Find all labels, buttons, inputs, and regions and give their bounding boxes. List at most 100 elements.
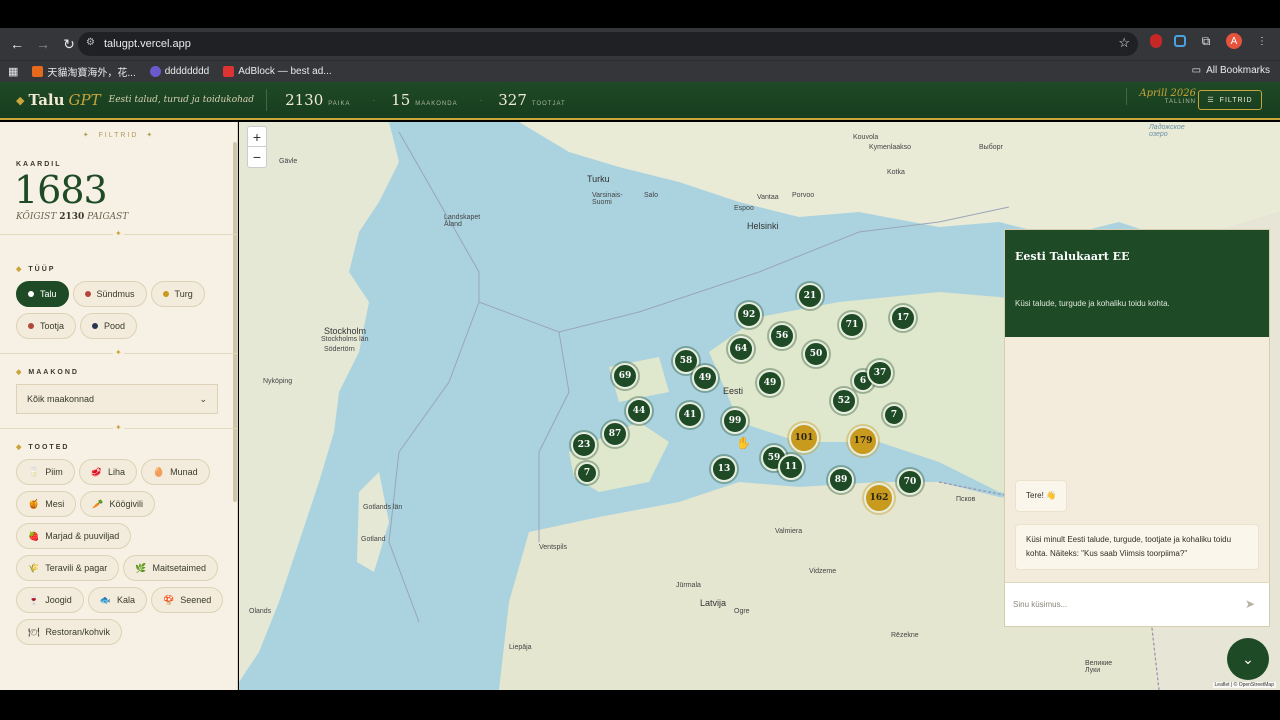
sidebar-scrollbar[interactable] bbox=[233, 142, 237, 502]
back-icon[interactable]: ← bbox=[6, 33, 28, 55]
on-map-label: KAARDIL bbox=[16, 161, 62, 168]
forward-icon[interactable]: → bbox=[32, 33, 54, 55]
bookmark-star-icon[interactable]: ☆ bbox=[1118, 35, 1130, 51]
address-bar[interactable]: ⚙ talugpt.vercel.app ☆ bbox=[78, 32, 1138, 56]
product-chip-restoran[interactable]: 🍽 Restoran/kohvik bbox=[16, 619, 122, 645]
map-cluster[interactable]: 7 bbox=[883, 404, 905, 426]
bookmark-item[interactable]: 天貓淘寶海外，花... bbox=[32, 64, 136, 79]
map-cluster[interactable]: 92 bbox=[736, 302, 762, 328]
map-label: Kouvola bbox=[853, 134, 879, 141]
map-cluster[interactable]: 56 bbox=[769, 323, 795, 349]
stat-label: TOOTJAT bbox=[531, 101, 566, 107]
chat-input[interactable]: Sinu küsimus... bbox=[1013, 600, 1067, 609]
type-chip-turg[interactable]: Turg bbox=[150, 281, 205, 307]
filters-button[interactable]: ☰ FILTRID bbox=[1198, 90, 1262, 110]
divider: ✦ bbox=[0, 348, 237, 357]
diamond-icon: ◆ bbox=[16, 369, 24, 376]
map-cluster[interactable]: 7 bbox=[576, 462, 598, 484]
type-chip-talu[interactable]: Talu bbox=[16, 281, 69, 307]
chat-collapse-button[interactable]: ⌄ bbox=[1227, 638, 1269, 680]
bookmark-label: 天貓淘寶海外，花... bbox=[47, 68, 136, 79]
type-chip-pood[interactable]: Pood bbox=[80, 313, 138, 339]
map-cluster[interactable]: 37 bbox=[867, 360, 893, 386]
product-chip-marjad[interactable]: 🍓 Marjad & puuviljad bbox=[16, 523, 132, 549]
map-cluster[interactable]: 13 bbox=[711, 456, 737, 482]
extension-red-icon[interactable] bbox=[1150, 34, 1162, 48]
product-chip-kala[interactable]: 🐟 Kala bbox=[87, 587, 147, 613]
apps-grid-icon[interactable]: ▦ bbox=[8, 65, 18, 78]
product-chip-liha[interactable]: 🥩 Liha bbox=[78, 459, 137, 485]
screen: ← → ↻ ⚙ talugpt.vercel.app ☆ ⧉ A ⋮ ▦ 天貓淘… bbox=[0, 0, 1280, 720]
map-cluster[interactable]: 71 bbox=[839, 312, 865, 338]
map-cluster[interactable]: 64 bbox=[728, 336, 754, 362]
map-cluster[interactable]: 70 bbox=[897, 469, 923, 495]
map-label: Varsinais-Suomi bbox=[592, 192, 623, 206]
map-cluster[interactable]: 49 bbox=[757, 370, 783, 396]
site-info-icon[interactable]: ⚙ bbox=[86, 37, 100, 51]
all-bookmarks[interactable]: ▭ All Bookmarks bbox=[1192, 65, 1270, 76]
map-label: Landskapet Åland bbox=[444, 214, 481, 228]
grain-icon: 🌾 bbox=[28, 562, 40, 573]
extensions-area: ⧉ A ⋮ bbox=[1150, 33, 1270, 49]
map-label: Выборг bbox=[979, 144, 1004, 151]
extension-scan-icon[interactable] bbox=[1174, 35, 1186, 47]
map-cluster[interactable]: 50 bbox=[803, 341, 829, 367]
chip-label: Sündmus bbox=[96, 289, 135, 299]
type-chip-sundmus[interactable]: Sündmus bbox=[72, 281, 147, 307]
map-cluster[interactable]: 21 bbox=[797, 283, 823, 309]
zoom-out-button[interactable]: − bbox=[248, 147, 266, 167]
map-cluster[interactable]: 41 bbox=[677, 402, 703, 428]
product-chip-piim[interactable]: 🥛 Piim bbox=[16, 459, 75, 485]
map-label: Espoo bbox=[734, 205, 754, 212]
menu-kebab-icon[interactable]: ⋮ bbox=[1254, 33, 1270, 49]
chat-message-intro: Küsi minult Eesti talude, turgude, tootj… bbox=[1015, 524, 1259, 570]
bookmark-item[interactable]: AdBlock — best ad... bbox=[223, 66, 332, 77]
divider-ornament: ✦ bbox=[113, 423, 124, 432]
app-header: ◆ Talu GPT Eesti talud, turud ja toidukoh… bbox=[0, 82, 1280, 120]
chip-label: Joogid bbox=[45, 595, 72, 605]
county-select[interactable]: Kõik maakonnad ⌄ bbox=[16, 384, 218, 414]
product-chip-seened[interactable]: 🍄 Seened bbox=[150, 587, 224, 613]
reload-icon[interactable]: ↻ bbox=[58, 33, 80, 55]
extensions-puzzle-icon[interactable]: ⧉ bbox=[1198, 33, 1214, 49]
send-icon[interactable]: ➤ bbox=[1245, 597, 1255, 611]
map-cluster[interactable]: 69 bbox=[612, 363, 638, 389]
diamond-icon: ◆ bbox=[16, 444, 24, 451]
map-label: Helsinki bbox=[747, 221, 779, 231]
logo[interactable]: ◆ Talu GPT bbox=[16, 91, 101, 109]
zoom-in-button[interactable]: + bbox=[248, 127, 266, 147]
date-box: Aprill 2026 TALLINN bbox=[1126, 88, 1196, 105]
chip-label: Teravili & pagar bbox=[45, 563, 108, 573]
dot-icon bbox=[84, 291, 91, 297]
profile-avatar[interactable]: A bbox=[1226, 33, 1242, 49]
product-chip-koogivili[interactable]: 🥕 Köögivili bbox=[80, 491, 155, 517]
type-chip-tootja[interactable]: Tootja bbox=[16, 313, 77, 339]
map-cluster[interactable]: 87 bbox=[602, 421, 628, 447]
product-chip-mesi[interactable]: 🍯 Mesi bbox=[16, 491, 77, 517]
map-attribution[interactable]: Leaflet | © OpenStreetMap bbox=[1212, 682, 1276, 688]
product-chip-munad[interactable]: 🥚 Munad bbox=[140, 459, 210, 485]
map-cluster[interactable]: 23 bbox=[571, 432, 597, 458]
map-cluster[interactable]: 179 bbox=[848, 426, 878, 456]
product-chip-maitsetaimed[interactable]: 🌿 Maitsetaimed bbox=[123, 555, 218, 581]
map-cluster[interactable]: 17 bbox=[890, 305, 916, 331]
map-cluster[interactable]: 49 bbox=[692, 365, 718, 391]
map-cluster[interactable]: 162 bbox=[864, 483, 894, 513]
product-chip-joogid[interactable]: 🍷 Joogid bbox=[16, 587, 84, 613]
map-cluster[interactable]: 89 bbox=[828, 467, 854, 493]
egg-icon: 🥚 bbox=[152, 466, 165, 477]
map-cluster[interactable]: 11 bbox=[778, 454, 804, 480]
chat-subtitle: Küsi talude, turgude ja kohaliku toidu k… bbox=[1015, 299, 1170, 308]
stat-counties: 15 MAAKONDA bbox=[391, 91, 457, 109]
map-cluster[interactable]: 99 bbox=[722, 408, 748, 434]
map-label: Salo bbox=[644, 192, 659, 199]
bookmark-item[interactable]: dddddddd bbox=[149, 66, 209, 77]
map-cluster[interactable]: 52 bbox=[831, 388, 857, 414]
product-chip-teravili[interactable]: 🌾 Teravili & pagar bbox=[16, 555, 120, 581]
fish-icon: 🐟 bbox=[99, 594, 111, 605]
chip-label: Seened bbox=[180, 595, 212, 605]
map-cluster[interactable]: 101 bbox=[789, 423, 819, 453]
dot-icon bbox=[28, 323, 34, 329]
dot-icon bbox=[162, 291, 169, 297]
map-cluster[interactable]: 44 bbox=[626, 398, 652, 424]
